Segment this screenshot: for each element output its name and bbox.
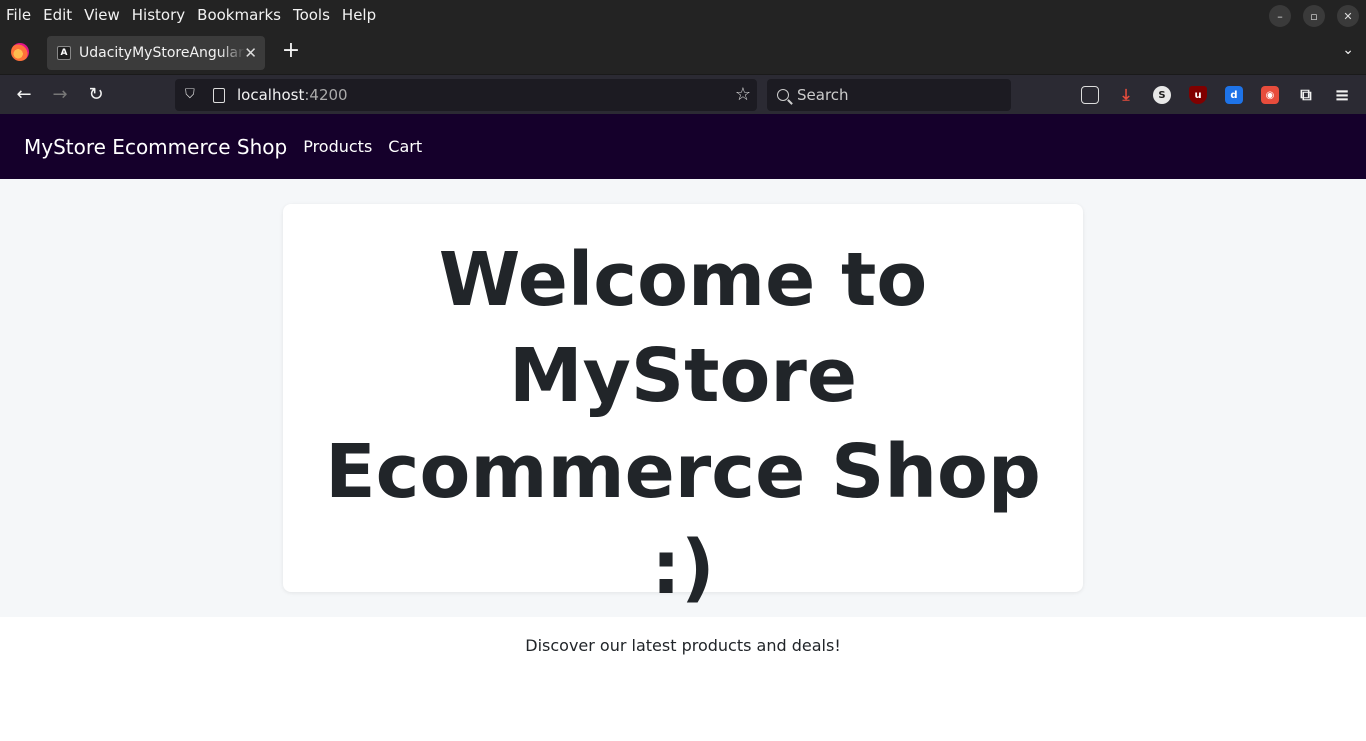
menu-file[interactable]: File	[0, 6, 37, 24]
tab-active[interactable]: A UdacityMyStoreAngularProject ✕	[47, 36, 265, 70]
page-info-icon[interactable]	[213, 87, 225, 103]
nav-cart-link[interactable]: Cart	[388, 137, 422, 156]
extensions-puzzle-icon[interactable]: ⧉	[1297, 85, 1315, 104]
new-tab-icon[interactable]: +	[280, 40, 302, 62]
navigation-toolbar: ← → ↻ ⛉ localhost:4200 ☆ Search ⤓ S u d …	[0, 74, 1366, 114]
tracking-protection-icon[interactable]: ⛉	[185, 87, 201, 103]
app-navbar: MyStore Ecommerce Shop Products Cart	[0, 114, 1366, 179]
firefox-logo-icon[interactable]	[11, 43, 29, 61]
back-icon[interactable]: ←	[12, 83, 36, 107]
extension-s-icon[interactable]: S	[1153, 86, 1171, 104]
hero-card: Welcome to MyStore Ecommerce Shop :) Dis…	[283, 204, 1083, 655]
bookmark-star-icon[interactable]: ☆	[735, 84, 751, 105]
search-placeholder: Search	[797, 86, 849, 104]
menu-bookmarks[interactable]: Bookmarks	[191, 6, 287, 24]
nav-products-link[interactable]: Products	[303, 137, 372, 156]
hero-title: Welcome to MyStore Ecommerce Shop :)	[325, 237, 1041, 611]
pocket-icon[interactable]	[1081, 86, 1099, 104]
search-input[interactable]: Search	[767, 79, 1011, 111]
minimize-icon[interactable]: –	[1269, 5, 1291, 27]
menu-tools[interactable]: Tools	[287, 6, 336, 24]
list-all-tabs-icon[interactable]: ⌄	[1342, 42, 1354, 58]
downloads-icon[interactable]: ⤓	[1117, 85, 1135, 104]
tab-close-icon[interactable]: ✕	[244, 44, 257, 62]
tab-title: UdacityMyStoreAngularProject	[79, 45, 245, 61]
angular-favicon-icon: A	[57, 46, 71, 60]
menu-history[interactable]: History	[126, 6, 191, 24]
restore-icon[interactable]: ▫	[1303, 5, 1325, 27]
close-window-icon[interactable]: ✕	[1337, 5, 1359, 27]
forward-icon[interactable]: →	[48, 83, 72, 107]
address-bar[interactable]: ⛉ localhost:4200 ☆	[175, 79, 757, 111]
screenshot-icon[interactable]: ◉	[1261, 86, 1279, 104]
brand-link[interactable]: MyStore Ecommerce Shop	[24, 135, 287, 159]
ublock-origin-icon[interactable]: u	[1189, 86, 1207, 104]
menu-edit[interactable]: Edit	[37, 6, 78, 24]
menu-help[interactable]: Help	[336, 6, 382, 24]
menu-bar: File Edit View History Bookmarks Tools H…	[0, 0, 1366, 30]
search-icon	[777, 89, 789, 101]
hamburger-menu-icon[interactable]: ≡	[1333, 85, 1351, 106]
url-text[interactable]: localhost:4200	[237, 86, 348, 104]
menu-view[interactable]: View	[78, 6, 126, 24]
reload-icon[interactable]: ↻	[84, 83, 108, 107]
hero-subtitle: Discover our latest products and deals!	[525, 636, 841, 655]
extension-d-icon[interactable]: d	[1225, 86, 1243, 104]
